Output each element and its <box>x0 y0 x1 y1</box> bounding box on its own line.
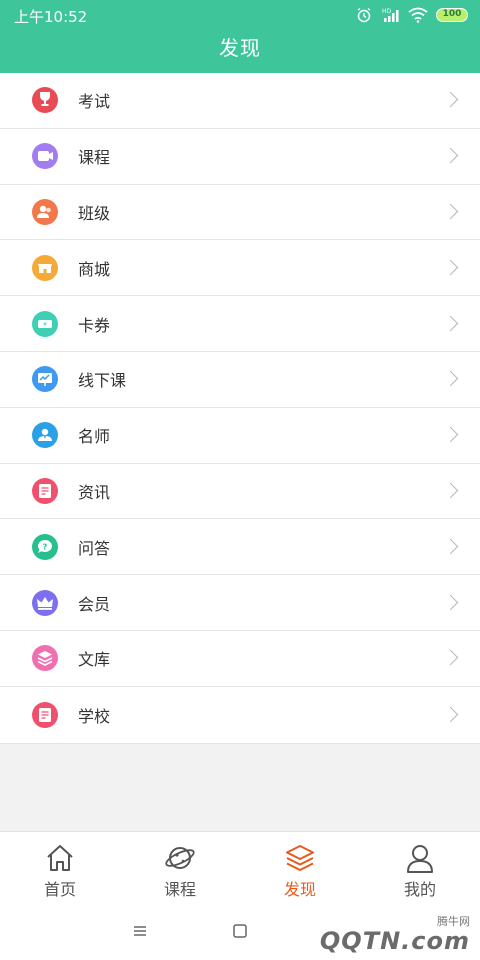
page-title: 发现 <box>219 36 261 60</box>
status-time: 上午10:52 <box>14 8 88 26</box>
menu-item-1[interactable]: 课程 <box>0 129 480 185</box>
signal-icon: HD <box>382 8 399 22</box>
discover-menu: 考试 课程 班级 商城 ¥ 卡券 线下课 名师 资讯? 问答 会员 文库 学校 <box>0 73 480 744</box>
menu-item-11[interactable]: 学校 <box>0 687 480 743</box>
menu-item-label: 班级 <box>78 203 111 223</box>
board-icon <box>32 366 58 393</box>
menu-item-10[interactable]: 文库 <box>0 631 480 687</box>
home-square-icon[interactable] <box>232 923 248 939</box>
network-badge: HD <box>382 8 392 15</box>
home-icon <box>47 845 73 871</box>
menu-item-label: 文库 <box>78 650 111 670</box>
chevron-right-icon <box>442 92 459 108</box>
menu-icon[interactable] <box>132 923 148 939</box>
chevron-right-icon <box>442 594 459 610</box>
news-icon <box>32 477 58 504</box>
menu-item-label: 卡券 <box>78 315 111 335</box>
tab-courses[interactable]: 课程 <box>120 832 240 903</box>
menu-item-0[interactable]: 考试 <box>0 73 480 129</box>
tab-home[interactable]: 首页 <box>0 832 120 903</box>
status-bar: 上午10:52 HD 100 <box>0 0 480 30</box>
chevron-right-icon <box>442 650 459 666</box>
tab-courses-label: 课程 <box>163 880 196 899</box>
menu-item-5[interactable]: 线下课 <box>0 352 480 408</box>
chevron-right-icon <box>442 203 459 220</box>
school-icon <box>32 701 58 728</box>
svg-text:¥: ¥ <box>43 321 47 328</box>
trophy-icon <box>32 87 58 114</box>
question-icon: ? <box>32 533 58 560</box>
tab-discover-label: 发现 <box>283 880 316 899</box>
teacher-icon <box>32 422 58 449</box>
menu-item-label: 线下课 <box>78 371 127 391</box>
bottom-tab-bar: 首页 课程 发现 我的 <box>0 831 480 903</box>
menu-item-4[interactable]: ¥ 卡券 <box>0 296 480 352</box>
watermark-logo: 腾牛网 QQTN.com <box>320 913 470 953</box>
watermark-big: QQTN.com <box>319 927 470 955</box>
menu-item-label: 资讯 <box>78 482 111 502</box>
menu-item-2[interactable]: 班级 <box>0 185 480 241</box>
system-nav-bar: 腾牛网 QQTN.com <box>0 903 480 960</box>
chevron-right-icon <box>442 426 459 443</box>
menu-item-7[interactable]: 资讯 <box>0 464 480 520</box>
person-icon <box>407 845 433 873</box>
app-header: 上午10:52 HD 100 发现 <box>0 0 480 73</box>
menu-item-6[interactable]: 名师 <box>0 408 480 464</box>
menu-item-label: 会员 <box>78 594 111 614</box>
menu-item-3[interactable]: 商城 <box>0 240 480 297</box>
menu-item-label: 课程 <box>78 148 111 168</box>
chevron-right-icon <box>442 315 459 331</box>
chevron-right-icon <box>442 147 459 164</box>
menu-item-label: 问答 <box>78 538 111 558</box>
tab-mine[interactable]: 我的 <box>360 832 480 903</box>
crown-icon <box>32 589 58 616</box>
tab-discover[interactable]: 发现 <box>240 832 360 903</box>
ticket-icon: ¥ <box>32 310 58 337</box>
svg-text:?: ? <box>43 542 48 551</box>
menu-item-label: 名师 <box>78 427 111 447</box>
chevron-right-icon <box>442 371 459 387</box>
tab-home-label: 首页 <box>43 880 76 899</box>
chevron-right-icon <box>442 538 459 555</box>
layers-icon <box>32 645 58 672</box>
video-icon <box>32 143 58 170</box>
planet-icon <box>165 847 195 869</box>
tab-mine-label: 我的 <box>403 880 436 899</box>
layers-icon <box>286 845 314 871</box>
status-icons: HD 100 <box>356 6 468 24</box>
wifi-icon <box>408 7 428 23</box>
menu-item-9[interactable]: 会员 <box>0 575 480 631</box>
chevron-right-icon <box>442 706 459 722</box>
store-icon <box>32 254 58 281</box>
chevron-right-icon <box>442 259 459 276</box>
menu-item-label: 考试 <box>78 92 111 112</box>
alarm-icon <box>357 7 371 23</box>
menu-item-label: 学校 <box>78 706 111 726</box>
menu-item-label: 商城 <box>78 259 111 279</box>
menu-item-8[interactable]: ? 问答 <box>0 519 480 576</box>
users-icon <box>32 198 58 225</box>
chevron-right-icon <box>442 482 459 499</box>
battery-indicator: 100 <box>436 8 468 22</box>
